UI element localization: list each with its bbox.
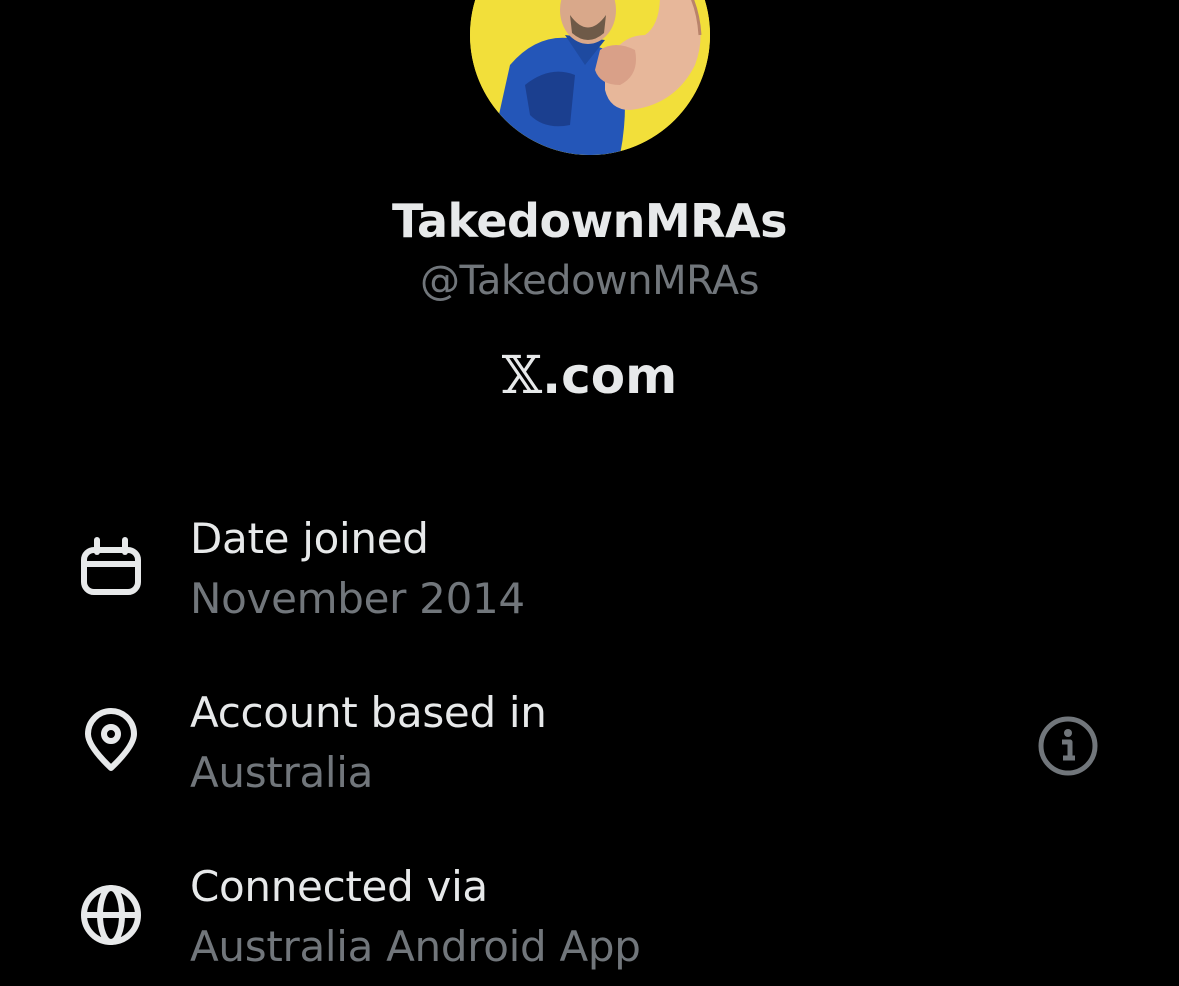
detail-title: Date joined — [190, 514, 429, 563]
detail-row-connected-via: Connected via Australia Android App — [0, 862, 1179, 982]
avatar-illustration — [470, 0, 710, 155]
profile-avatar[interactable] — [470, 0, 710, 155]
detail-row-date-joined: Date joined November 2014 — [0, 514, 1179, 634]
profile-handle: @TakedownMRAs — [420, 258, 760, 304]
detail-row-account-based-in: Account based in Australia — [0, 688, 1179, 808]
detail-title: Account based in — [190, 688, 547, 737]
detail-value: Australia Android App — [190, 922, 641, 971]
detail-title: Connected via — [190, 862, 488, 911]
detail-value: Australia — [190, 748, 374, 797]
platform-suffix: .com — [542, 347, 678, 405]
detail-value: November 2014 — [190, 574, 525, 623]
platform-label: 𝕏.com — [0, 346, 1179, 406]
info-icon[interactable] — [1036, 714, 1100, 778]
globe-icon — [81, 885, 141, 945]
x-logo-icon: 𝕏 — [501, 346, 543, 406]
location-pin-icon — [85, 708, 137, 771]
profile-display-name: TakedownMRAs — [392, 194, 788, 248]
calendar-icon — [81, 537, 141, 595]
